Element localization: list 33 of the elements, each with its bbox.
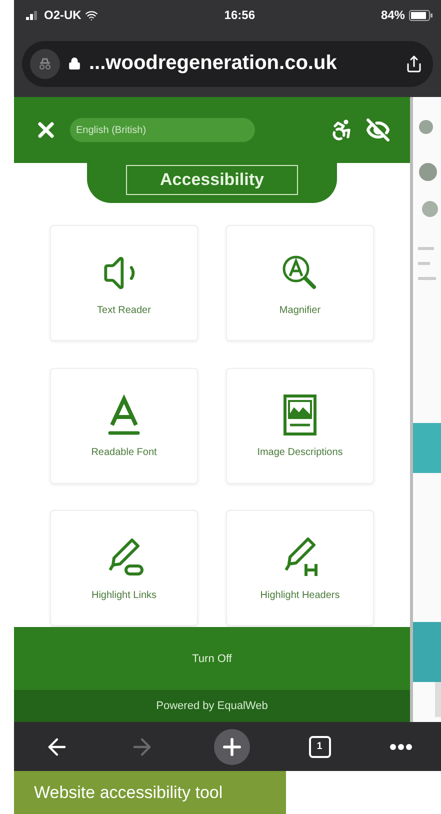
wifi-icon xyxy=(85,8,98,22)
feature-label: Text Reader xyxy=(97,304,151,316)
incognito-icon xyxy=(30,48,60,78)
feature-card[interactable]: Text Reader xyxy=(50,225,198,341)
feature-label: Highlight Links xyxy=(91,590,157,601)
url-text: ...woodregeneration.co.uk xyxy=(89,52,338,75)
powered-by-text: Powered by EqualWeb xyxy=(14,690,410,722)
signal-icon xyxy=(26,10,40,20)
panel-title: Accessibility xyxy=(126,165,298,195)
language-field[interactable]: English (British) xyxy=(70,118,255,142)
feature-card[interactable]: Image Descriptions xyxy=(226,368,374,484)
feature-card[interactable]: Highlight Links xyxy=(50,510,198,626)
battery-percent: 84% xyxy=(380,8,405,22)
feature-card[interactable]: Readable Font xyxy=(50,368,198,484)
toolbar-button[interactable] xyxy=(214,728,250,764)
more-icon xyxy=(390,744,412,750)
battery-icon xyxy=(408,10,433,20)
clock-time: 16:56 xyxy=(224,8,255,22)
feature-label: Image Descriptions xyxy=(257,447,343,458)
lock-icon xyxy=(68,57,81,70)
feature-card[interactable]: Highlight Headers xyxy=(226,510,374,626)
feature-card[interactable]: Magnifier xyxy=(226,225,374,341)
caption: Website accessibility tool xyxy=(14,771,286,814)
feature-label: Readable Font xyxy=(91,447,157,458)
feature-label: Highlight Headers xyxy=(260,590,340,601)
turn-off-button[interactable]: Turn Off xyxy=(14,627,410,690)
tabs-button[interactable]: 1 xyxy=(308,736,330,758)
feature-label: Magnifier xyxy=(279,304,321,316)
carrier-name: O2-UK xyxy=(44,8,82,22)
eye-off-icon[interactable] xyxy=(366,118,390,142)
toolbar-button[interactable] xyxy=(390,744,412,750)
share-icon[interactable] xyxy=(405,54,423,72)
address-bar[interactable]: ...woodregeneration.co.uk xyxy=(22,40,433,86)
